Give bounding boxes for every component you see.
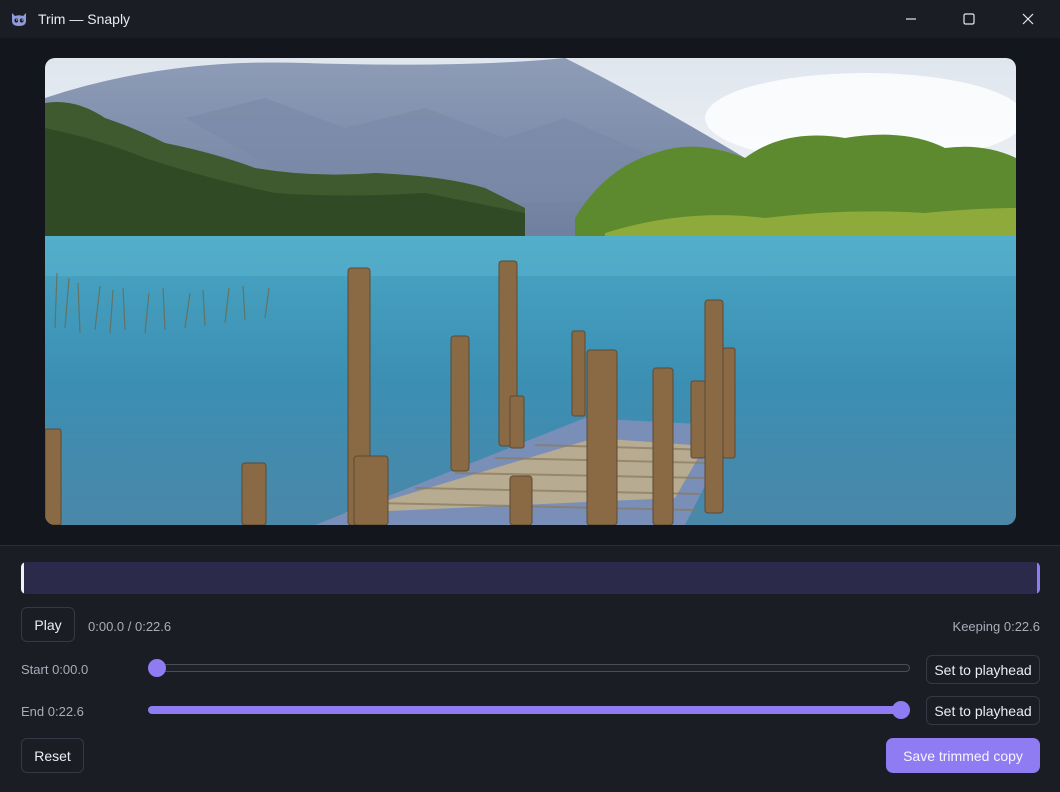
close-button[interactable] [999, 0, 1057, 38]
maximize-icon [963, 13, 975, 25]
maximize-button[interactable] [940, 0, 998, 38]
cat-face-icon [12, 13, 26, 26]
end-slider-thumb[interactable] [892, 701, 910, 719]
save-trimmed-copy-button[interactable]: Save trimmed copy [886, 738, 1040, 773]
reset-button[interactable]: Reset [21, 738, 84, 773]
end-label: End 0:22.6 [21, 704, 84, 719]
window-title: Trim — Snaply [38, 11, 131, 27]
video-preview[interactable] [45, 58, 1016, 525]
video-preview-area [0, 38, 1060, 545]
title-bar: Trim — Snaply [0, 0, 1060, 38]
keeping-duration: Keeping 0:22.6 [952, 619, 1040, 634]
start-set-to-playhead-button[interactable]: Set to playhead [926, 655, 1040, 684]
end-set-to-playhead-button[interactable]: Set to playhead [926, 696, 1040, 725]
timeline-end-handle[interactable] [1037, 562, 1040, 594]
minimize-icon [906, 18, 916, 20]
minimize-button[interactable] [882, 0, 940, 38]
start-slider-track[interactable] [148, 664, 910, 672]
timeline-strip[interactable] [21, 562, 1040, 594]
play-button[interactable]: Play [21, 607, 75, 642]
trim-controls: Play 0:00.0 / 0:22.6 Keeping 0:22.6 Star… [0, 545, 1060, 792]
start-label: Start 0:00.0 [21, 662, 89, 677]
end-slider-track[interactable] [148, 706, 910, 714]
start-slider-thumb[interactable] [148, 659, 166, 677]
timeline-start-handle[interactable] [21, 562, 24, 594]
close-icon [1022, 13, 1034, 25]
time-display: 0:00.0 / 0:22.6 [88, 619, 172, 634]
lake-pier-scene [45, 58, 1016, 525]
